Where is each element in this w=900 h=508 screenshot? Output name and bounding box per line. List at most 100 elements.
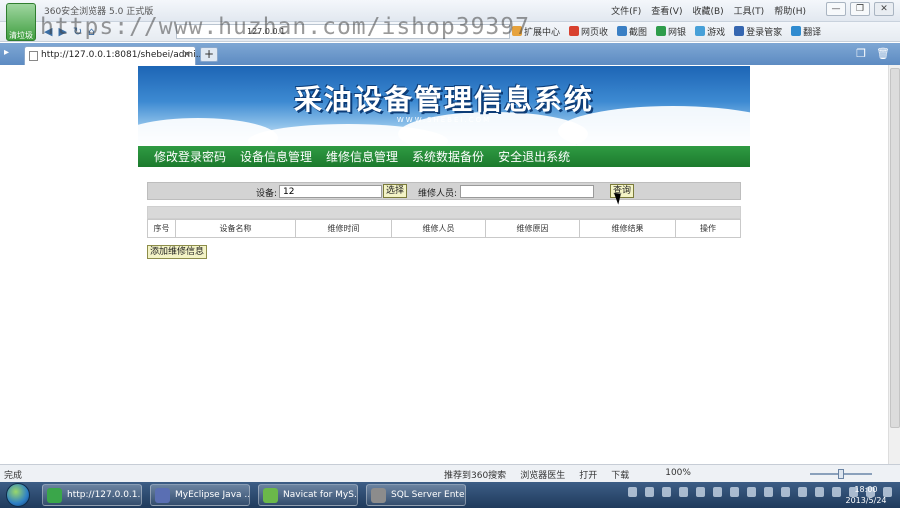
tab-close-icon[interactable]: × <box>183 49 191 60</box>
refresh-icon[interactable]: ↻ <box>73 25 82 38</box>
task-browser[interactable]: http://127.0.0.1... <box>42 484 142 506</box>
banking-button[interactable]: 网银 <box>656 25 686 38</box>
screenshot-label: 截图 <box>629 28 648 38</box>
tray-icon[interactable] <box>764 487 773 497</box>
web-collect-label: 网页收 <box>581 28 609 38</box>
task-label: Navicat for MyS... <box>283 490 358 500</box>
games-button[interactable]: 游戏 <box>695 25 725 38</box>
tray-icon[interactable] <box>628 487 637 497</box>
browser-toolbar: ◀ ▶ ↻ ⌂ 127.0.0.1 扩展中心 网页收 截图 网银 游戏 登录管家… <box>0 22 900 42</box>
screenshot-button[interactable]: 截图 <box>617 25 647 38</box>
menu-help[interactable]: 帮助(H) <box>774 4 806 17</box>
tray-icon[interactable] <box>713 487 722 497</box>
tab-admin-page[interactable]: http://127.0.0.1:8081/shebei/admi... × <box>24 46 204 65</box>
add-repair-button[interactable]: 添加维修信息 <box>147 245 208 259</box>
nav-equipment-management[interactable]: 设备信息管理 <box>240 148 312 165</box>
maximize-button[interactable]: ❐ <box>850 2 870 16</box>
tray-icon[interactable] <box>679 487 688 497</box>
system-clock[interactable]: 18:00 2013/5/24 <box>844 484 888 506</box>
tab-bar: ▸ http://127.0.0.1:8081/shebei/admi... ×… <box>0 43 900 65</box>
task-myeclipse[interactable]: MyEclipse Java ... <box>150 484 250 506</box>
select-equipment-button[interactable]: 选择 <box>383 184 408 198</box>
login-manager-button[interactable]: 登录管家 <box>734 25 782 38</box>
sidebar-toggle-icon[interactable]: ▸ <box>4 47 20 61</box>
tray-icon[interactable] <box>662 487 671 497</box>
tray-icon[interactable] <box>798 487 807 497</box>
start-button-icon[interactable] <box>6 483 30 507</box>
col-equipment-name: 设备名称 <box>175 219 296 238</box>
home-icon[interactable]: ⌂ <box>88 25 95 38</box>
sqlserver-task-icon <box>371 488 386 503</box>
table-header-row: 序号 设备名称 维修时间 维修人员 维修原因 维修结果 操作 <box>147 219 741 238</box>
login-manager-label: 登录管家 <box>746 28 783 38</box>
download-button[interactable]: 下载 <box>611 468 629 481</box>
site-banner: 采油设备管理信息系统 WWW.SHEBEI.COM <box>138 66 750 145</box>
task-sqlserver[interactable]: SQL Server Ente... <box>366 484 466 506</box>
gamepad-icon <box>695 26 706 36</box>
tray-icon[interactable] <box>815 487 824 497</box>
vertical-scrollbar[interactable] <box>888 65 900 464</box>
browser-titlebar: 清垃圾 360安全浏览器 5.0 正式版 文件(F) 查看(V) 收藏(B) 工… <box>0 0 900 41</box>
close-button[interactable]: ✕ <box>874 2 894 16</box>
col-actions: 操作 <box>675 219 741 238</box>
new-tab-button[interactable]: + <box>200 47 218 62</box>
repairer-input[interactable] <box>460 185 594 198</box>
zoom-slider-knob[interactable] <box>838 469 844 479</box>
browser-task-icon <box>47 488 62 503</box>
site-subtitle: WWW.SHEBEI.COM <box>396 116 492 124</box>
nav-change-password[interactable]: 修改登录密码 <box>154 148 226 165</box>
trash-icon[interactable]: 🗑 <box>876 47 890 60</box>
page-viewport: 采油设备管理信息系统 WWW.SHEBEI.COM 修改登录密码 设备信息管理 … <box>0 65 888 464</box>
forward-arrow-icon[interactable]: ▶ <box>58 25 66 38</box>
col-repair-time: 维修时间 <box>295 219 392 238</box>
bank-icon <box>656 26 667 36</box>
tray-icon[interactable] <box>832 487 841 497</box>
tray-icon[interactable] <box>781 487 790 497</box>
puzzle-icon <box>512 26 522 36</box>
repairer-label: 维修人员: <box>418 189 458 199</box>
tray-icon[interactable] <box>645 487 654 497</box>
browser-doctor-button[interactable]: 浏览器医生 <box>520 468 565 481</box>
window-controls: — ❐ ✕ <box>826 2 894 16</box>
browser-logo-icon[interactable]: 清垃圾 <box>6 3 36 41</box>
tray-icon[interactable] <box>696 487 705 497</box>
recommend-search-button[interactable]: 推荐到360搜索 <box>444 468 506 481</box>
tray-icon[interactable] <box>730 487 739 497</box>
menu-file[interactable]: 文件(F) <box>611 4 641 17</box>
toolbar-address-field[interactable]: 127.0.0.1 <box>176 24 510 39</box>
back-arrow-icon[interactable]: ◀ <box>44 25 52 38</box>
clock-date: 2013/5/24 <box>845 496 887 505</box>
translate-button[interactable]: 翻译 <box>791 25 821 38</box>
tray-icon[interactable] <box>747 487 756 497</box>
scroll-thumb[interactable] <box>890 68 900 428</box>
web-collect-button[interactable]: 网页收 <box>569 25 608 38</box>
toolbar-extensions: 扩展中心 网页收 截图 网银 游戏 登录管家 翻译 <box>512 25 821 38</box>
page-icon <box>29 51 38 61</box>
menu-tools[interactable]: 工具(T) <box>734 4 765 17</box>
col-repair-reason: 维修原因 <box>485 219 580 238</box>
col-repairer: 维修人员 <box>391 219 486 238</box>
query-button[interactable]: 查询 <box>610 184 635 198</box>
minimize-button[interactable]: — <box>826 2 846 16</box>
nav-logout[interactable]: 安全退出系统 <box>498 148 570 165</box>
repair-table: 序号 设备名称 维修时间 维修人员 维修原因 维修结果 操作 <box>147 219 741 238</box>
task-navicat[interactable]: Navicat for MyS... <box>258 484 358 506</box>
restore-tabs-icon[interactable]: ❐ <box>856 47 866 60</box>
nav-repair-management[interactable]: 维修信息管理 <box>326 148 398 165</box>
games-label: 游戏 <box>707 28 726 38</box>
tab-title: http://127.0.0.1:8081/shebei/admi... <box>41 50 205 60</box>
open-button[interactable]: 打开 <box>579 468 597 481</box>
nav-buttons: ◀ ▶ ↻ ⌂ <box>44 25 95 38</box>
menu-favorites[interactable]: 收藏(B) <box>692 4 723 17</box>
menu-bar: 文件(F) 查看(V) 收藏(B) 工具(T) 帮助(H) <box>611 4 806 17</box>
myeclipse-task-icon <box>155 488 170 503</box>
zoom-slider[interactable] <box>810 469 872 479</box>
equipment-input[interactable] <box>279 185 382 198</box>
extension-center-button[interactable]: 扩展中心 <box>512 25 560 38</box>
extension-center-label: 扩展中心 <box>524 28 561 38</box>
zoom-level[interactable]: 100% <box>665 468 691 481</box>
navicat-task-icon <box>263 488 278 503</box>
nav-data-backup[interactable]: 系统数据备份 <box>412 148 484 165</box>
equipment-label: 设备: <box>256 189 278 199</box>
menu-view[interactable]: 查看(V) <box>651 4 682 17</box>
